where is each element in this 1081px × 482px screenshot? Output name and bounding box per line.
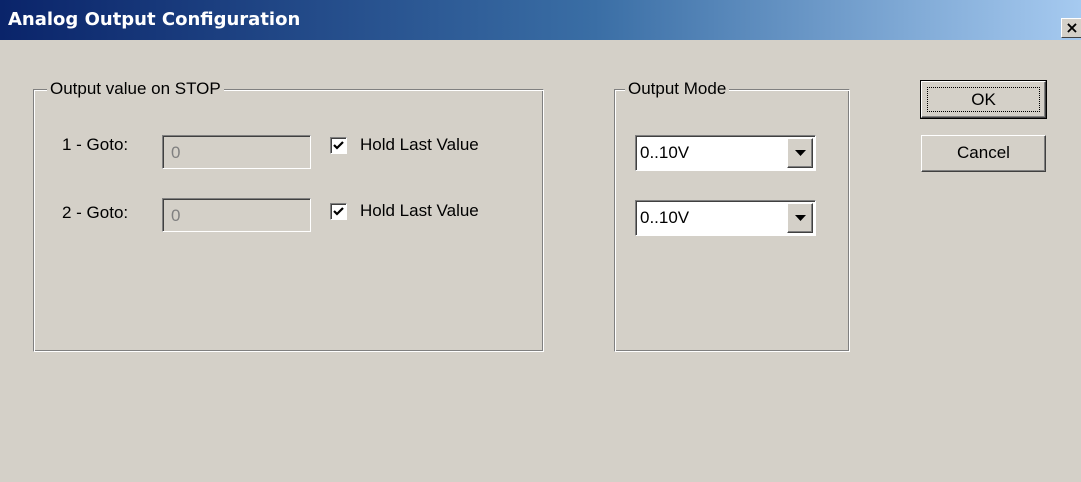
output-mode-1-dropdown-button[interactable] [787,138,813,168]
cancel-button[interactable]: Cancel [921,135,1046,172]
chevron-down-icon [795,215,806,221]
output-mode-1-value: 0..10V [640,143,690,162]
close-button[interactable]: × [1061,18,1081,38]
title-bar[interactable]: Analog Output Configuration × [0,0,1081,40]
goto-1-input[interactable]: 0 [162,135,311,169]
ok-button-label: OK [927,87,1040,112]
checkmark-icon [333,207,344,216]
hold-last-value-1-label[interactable]: Hold Last Value [360,135,479,155]
goto-1-label: 1 - Goto: [62,135,129,154]
output-mode-2-value: 0..10V [640,208,690,227]
hold-last-value-1-checkbox[interactable] [330,137,347,154]
checkmark-icon [333,141,344,150]
stop-value-group-legend: Output value on STOP [47,79,224,99]
goto-2-value: 0 [171,206,181,225]
output-mode-2-dropdown-button[interactable] [787,203,813,233]
goto-1-value: 0 [171,143,181,162]
goto-2-label: 2 - Goto: [62,203,129,222]
hold-last-value-2-checkbox[interactable] [330,203,347,220]
chevron-down-icon [795,150,806,156]
hold-last-value-2-label[interactable]: Hold Last Value [360,201,479,221]
ok-button[interactable]: OK [920,80,1047,119]
output-mode-2-select[interactable]: 0..10V [635,200,816,236]
window-title: Analog Output Configuration [8,9,301,30]
dialog-window: Analog Output Configuration × Output val… [0,0,1081,482]
goto-2-input[interactable]: 0 [162,198,311,232]
close-icon: × [1065,18,1079,37]
output-mode-1-select[interactable]: 0..10V [635,135,816,171]
output-mode-group-legend: Output Mode [625,79,730,99]
